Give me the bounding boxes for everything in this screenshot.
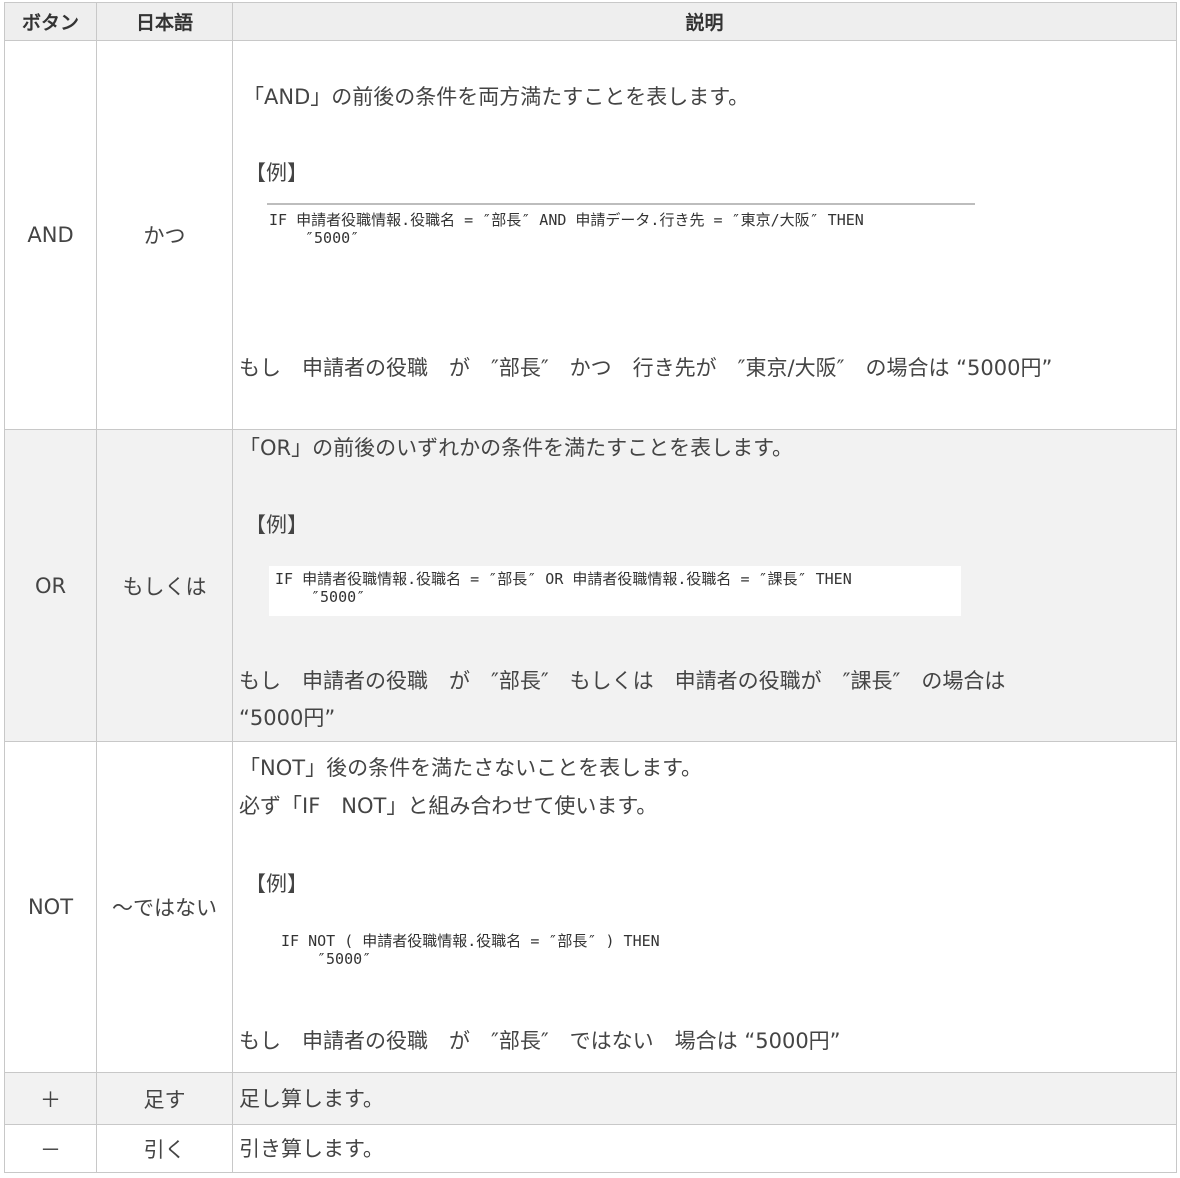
- table-header-row: ボタン 日本語 説明: [4, 2, 1177, 41]
- button-cell: ＋: [4, 1072, 97, 1125]
- explanation-text: もし 申請者の役職 が ″部長″ かつ 行き先が ″東京/大阪″ の場合は “5…: [239, 356, 1053, 380]
- code-block: IF 申請者役職情報.役職名 = ″部長″ OR 申請者役職情報.役職名 = ″…: [269, 566, 961, 616]
- code-block: IF 申請者役職情報.役職名 = ″部長″ AND 申請データ.行き先 = ″東…: [269, 211, 864, 247]
- japanese-cell: 足す: [96, 1072, 233, 1125]
- description-text: 「OR」の前後のいずれかの条件を満たすことを表します。: [239, 436, 794, 460]
- description-cell: 「AND」の前後の条件を両方満たすことを表します。 【例】 IF 申請者役職情報…: [232, 40, 1177, 430]
- header-description: 説明: [232, 2, 1177, 41]
- code-line: IF 申請者役職情報.役職名 = ″部長″ OR 申請者役職情報.役職名 = ″…: [275, 570, 852, 588]
- description-cell: 引き算します。: [232, 1124, 1177, 1173]
- japanese-cell: かつ: [96, 40, 233, 430]
- description-text: 足し算します。: [239, 1086, 384, 1111]
- japanese-cell: 引く: [96, 1124, 233, 1173]
- code-line: ″5000″: [311, 588, 366, 606]
- button-cell: AND: [4, 40, 97, 430]
- description-text: 「AND」の前後の条件を両方満たすことを表します。: [243, 85, 750, 109]
- code-divider: [267, 203, 975, 205]
- example-label: 【例】: [245, 872, 308, 896]
- table-row: ＋ 足す 足し算します。: [4, 1072, 1177, 1125]
- operators-table: ボタン 日本語 説明 AND かつ 「AND」の前後の条件を両方満たすことを表し…: [4, 2, 1177, 1173]
- header-japanese: 日本語: [96, 2, 233, 41]
- description-cell: 「OR」の前後のいずれかの条件を満たすことを表します。 【例】 IF 申請者役職…: [232, 429, 1177, 742]
- description-cell: 足し算します。: [232, 1072, 1177, 1125]
- code-line: ″5000″: [317, 950, 372, 968]
- header-button: ボタン: [4, 2, 97, 41]
- button-cell: OR: [4, 429, 97, 742]
- explanation-text: “5000円”: [239, 706, 336, 730]
- table-row: － 引く 引き算します。: [4, 1124, 1177, 1173]
- description-cell: 「NOT」後の条件を満たさないことを表します。 必ず「IF NOT」と組み合わせ…: [232, 741, 1177, 1073]
- example-label: 【例】: [245, 161, 308, 185]
- explanation-text: もし 申請者の役職 が ″部長″ ではない 場合は “5000円”: [239, 1029, 841, 1053]
- code-line: ″5000″: [305, 229, 360, 247]
- japanese-cell: ～ではない: [96, 741, 233, 1073]
- table-row: AND かつ 「AND」の前後の条件を両方満たすことを表します。 【例】 IF …: [4, 40, 1177, 430]
- example-label: 【例】: [245, 513, 308, 537]
- description-text: 「NOT」後の条件を満たさないことを表します。: [239, 756, 702, 780]
- code-block: IF NOT ( 申請者役職情報.役職名 = ″部長″ ) THEN ″5000…: [281, 932, 660, 968]
- description-text: 引き算します。: [239, 1136, 384, 1161]
- button-cell: NOT: [4, 741, 97, 1073]
- japanese-cell: もしくは: [96, 429, 233, 742]
- description-text: 必ず「IF NOT」と組み合わせて使います。: [239, 794, 658, 818]
- button-cell: －: [4, 1124, 97, 1173]
- code-line: IF NOT ( 申請者役職情報.役職名 = ″部長″ ) THEN: [281, 932, 660, 950]
- explanation-text: もし 申請者の役職 が ″部長″ もしくは 申請者の役職が ″課長″ の場合は: [239, 669, 1006, 693]
- table-row: NOT ～ではない 「NOT」後の条件を満たさないことを表します。 必ず「IF …: [4, 741, 1177, 1073]
- table-row: OR もしくは 「OR」の前後のいずれかの条件を満たすことを表します。 【例】 …: [4, 429, 1177, 742]
- code-line: IF 申請者役職情報.役職名 = ″部長″ AND 申請データ.行き先 = ″東…: [269, 211, 864, 229]
